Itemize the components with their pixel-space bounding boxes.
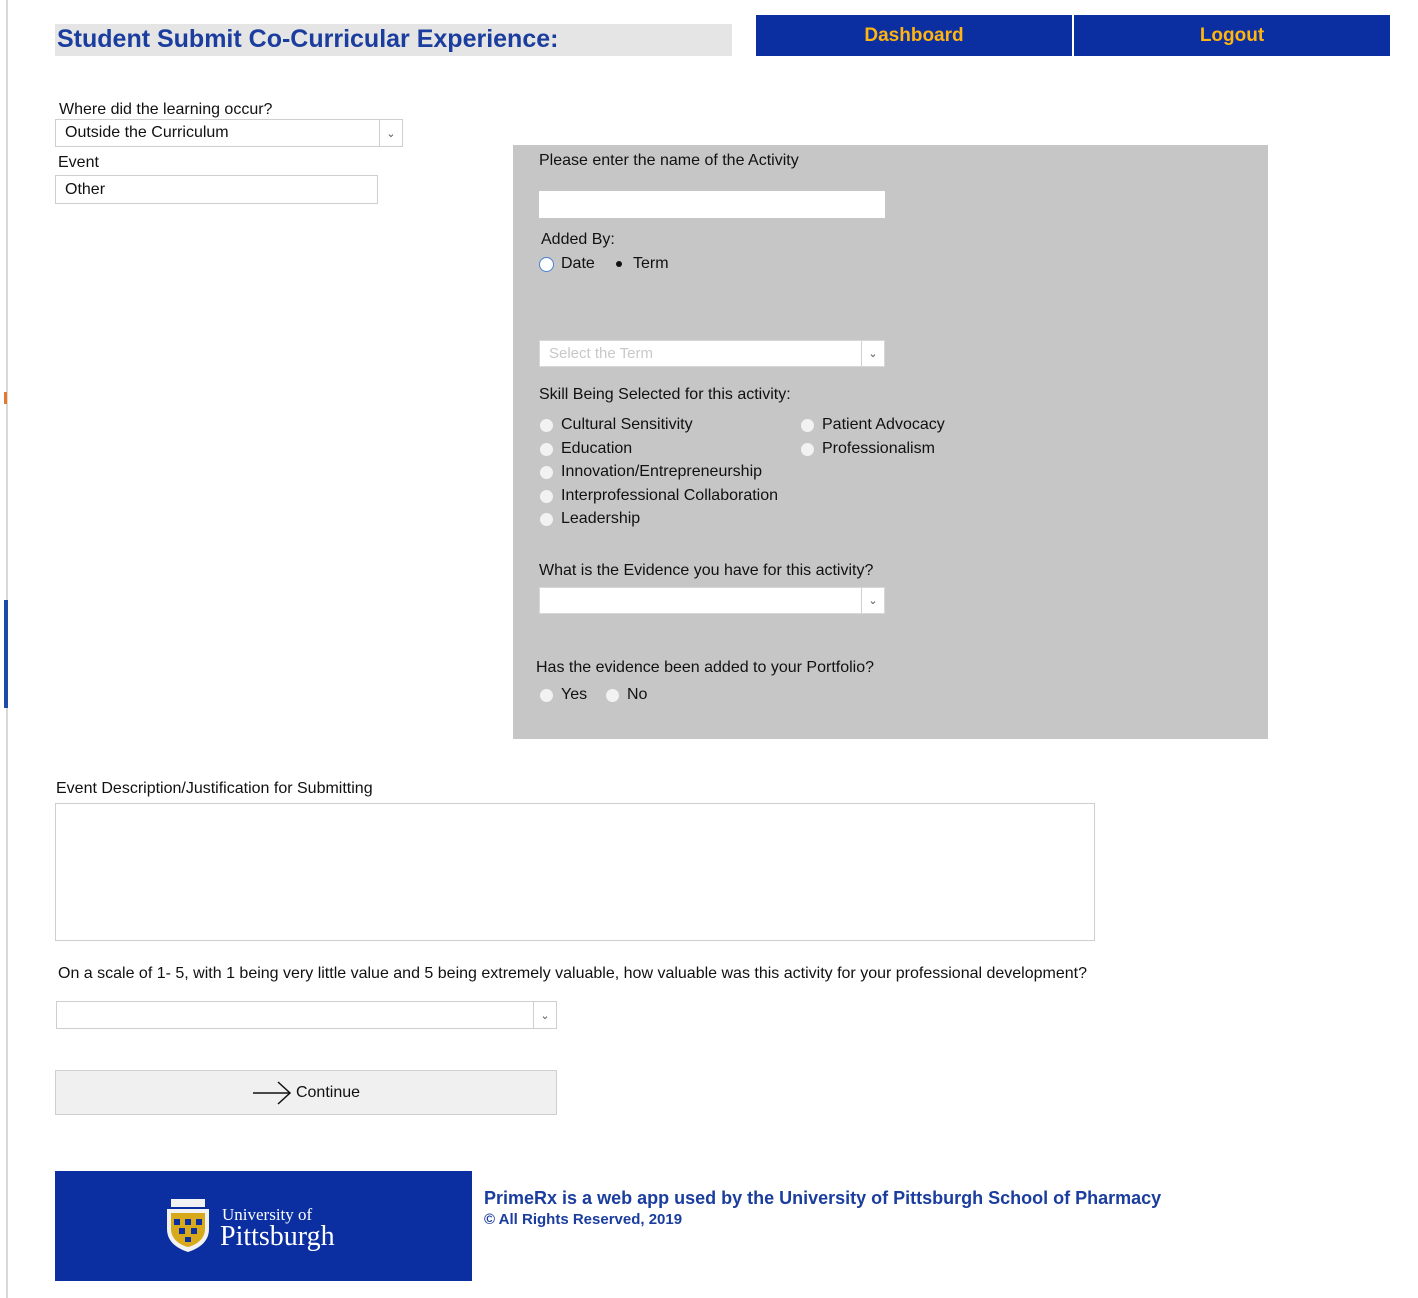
skill-radio[interactable] [540, 466, 553, 479]
added-by-term-radio[interactable] [616, 261, 622, 267]
event-field[interactable]: Other [55, 175, 378, 204]
event-label: Event [58, 154, 99, 171]
footer-copyright: © All Rights Reserved, 2019 [484, 1211, 683, 1228]
term-select[interactable]: Select the Term ⌄ [539, 340, 885, 367]
university-logo-block: University of Pittsburgh [55, 1171, 472, 1281]
activity-name-label: Please enter the name of the Activity [539, 152, 799, 169]
logo-line2: Pittsburgh [220, 1221, 335, 1252]
skill-option-label: Interprofessional Collaboration [561, 487, 779, 504]
scale-label: On a scale of 1- 5, with 1 being very li… [58, 965, 1087, 982]
logout-button[interactable]: Logout [1074, 15, 1390, 56]
footer-description: PrimeRx is a web app used by the Univers… [484, 1188, 1162, 1208]
learning-location-label: Where did the learning occur? [59, 101, 273, 118]
term-placeholder: Select the Term [549, 345, 653, 362]
skill-radio[interactable] [540, 513, 553, 526]
page-title: Student Submit Co-Curricular Experience: [57, 25, 559, 53]
continue-button[interactable]: Continue [55, 1070, 557, 1115]
portfolio-yes-label: Yes [561, 686, 588, 703]
evidence-select[interactable]: ⌄ [539, 587, 885, 614]
description-label: Event Description/Justification for Subm… [56, 780, 373, 797]
added-by-term-label: Term [633, 255, 669, 272]
portfolio-label: Has the evidence been added to your Port… [536, 659, 875, 676]
skill-option-label: Patient Advocacy [822, 416, 945, 433]
portfolio-no-label: No [627, 686, 648, 703]
learning-location-select[interactable]: Outside the Curriculum ⌄ [55, 119, 403, 147]
skill-option-label: Professionalism [822, 440, 935, 457]
description-textarea[interactable] [55, 803, 1095, 941]
event-value: Other [65, 180, 106, 198]
chevron-down-icon: ⌄ [533, 1002, 556, 1028]
chevron-down-icon: ⌄ [861, 341, 884, 366]
skill-radio[interactable] [801, 419, 814, 432]
portfolio-yes-radio[interactable] [540, 689, 553, 702]
chevron-down-icon: ⌄ [379, 120, 402, 146]
skill-label: Skill Being Selected for this activity: [539, 386, 791, 403]
skill-option-label: Education [561, 440, 633, 457]
skill-radio[interactable] [540, 490, 553, 503]
scale-select[interactable]: ⌄ [56, 1001, 557, 1029]
dashboard-button[interactable]: Dashboard [756, 15, 1072, 56]
skill-radio[interactable] [801, 443, 814, 456]
edge-marker [4, 392, 7, 404]
skill-option-label: Innovation/Entrepreneurship [561, 463, 763, 480]
added-by-date-radio[interactable] [539, 257, 554, 272]
crest-icon [167, 1199, 209, 1252]
continue-label: Continue [295, 1083, 361, 1101]
portfolio-no-radio[interactable] [606, 689, 619, 702]
learning-location-value: Outside the Curriculum [65, 124, 229, 141]
evidence-label: What is the Evidence you have for this a… [539, 562, 874, 579]
activity-name-input[interactable] [539, 191, 885, 218]
skill-option-label: Leadership [561, 510, 641, 527]
arrow-right-icon [252, 1080, 292, 1105]
skill-option-label: Cultural Sensitivity [561, 416, 693, 433]
skill-radio[interactable] [540, 443, 553, 456]
edge-marker [4, 600, 8, 708]
skill-radio[interactable] [540, 419, 553, 432]
chevron-down-icon: ⌄ [861, 588, 884, 613]
added-by-label: Added By: [541, 231, 615, 248]
added-by-date-label: Date [561, 255, 595, 272]
